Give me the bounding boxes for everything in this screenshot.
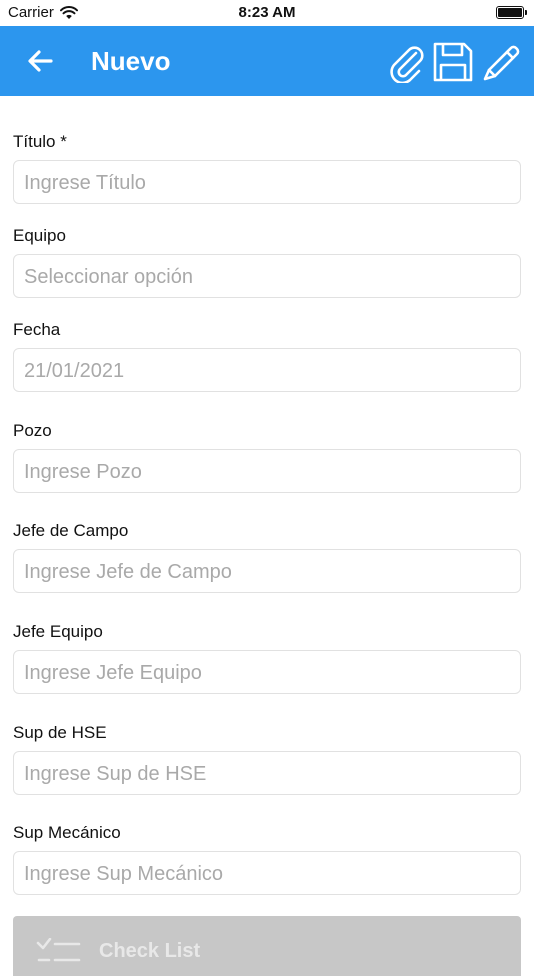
sup-mecanico-label: Sup Mecánico (13, 823, 121, 842)
sup-hse-placeholder: Ingrese Sup de HSE (24, 763, 207, 785)
floppy-disk-icon (433, 42, 473, 82)
sup-mecanico-input[interactable]: Ingrese Sup Mecánico (13, 851, 521, 895)
title-input[interactable]: Ingrese Título (13, 160, 521, 204)
status-time: 8:23 AM (238, 4, 296, 21)
jefe-campo-placeholder: Ingrese Jefe de Campo (24, 561, 232, 583)
title-placeholder: Ingrese Título (24, 172, 146, 194)
sup-mecanico-placeholder: Ingrese Sup Mecánico (24, 863, 224, 885)
jefe-equipo-placeholder: Ingrese Jefe Equipo (24, 662, 202, 684)
back-button[interactable] (22, 46, 58, 76)
arrow-left-icon (28, 50, 53, 72)
fecha-input[interactable]: 21/01/2021 (13, 348, 521, 392)
pencil-icon (483, 45, 520, 81)
title-label: Título * (13, 132, 67, 151)
pozo-label: Pozo (13, 421, 52, 440)
sup-hse-label: Sup de HSE (13, 723, 107, 742)
app-bar: Nuevo (0, 26, 534, 96)
equipo-placeholder: Seleccionar opción (24, 266, 193, 288)
fecha-value: 21/01/2021 (24, 360, 125, 382)
check-list-button[interactable]: Check List (13, 916, 521, 976)
pozo-placeholder: Ingrese Pozo (24, 461, 142, 483)
equipo-select[interactable]: Seleccionar opción (13, 254, 521, 298)
checklist-icon (36, 938, 81, 962)
fecha-label: Fecha (13, 320, 61, 339)
pozo-input[interactable]: Ingrese Pozo (13, 449, 521, 493)
jefe-equipo-input[interactable]: Ingrese Jefe Equipo (13, 650, 521, 694)
attach-button[interactable] (384, 40, 428, 84)
status-bar: Carrier 8:23 AM (0, 0, 534, 26)
jefe-campo-label: Jefe de Campo (13, 521, 129, 540)
jefe-campo-input[interactable]: Ingrese Jefe de Campo (13, 549, 521, 593)
battery-icon (496, 6, 527, 19)
check-list-label: Check List (99, 940, 201, 962)
edit-button[interactable] (480, 40, 524, 84)
equipo-label: Equipo (13, 226, 66, 245)
jefe-equipo-label: Jefe Equipo (13, 622, 103, 641)
paperclip-icon (390, 46, 424, 83)
save-button[interactable] (431, 40, 475, 84)
sup-hse-input[interactable]: Ingrese Sup de HSE (13, 751, 521, 795)
page-title: Nuevo (91, 46, 171, 76)
